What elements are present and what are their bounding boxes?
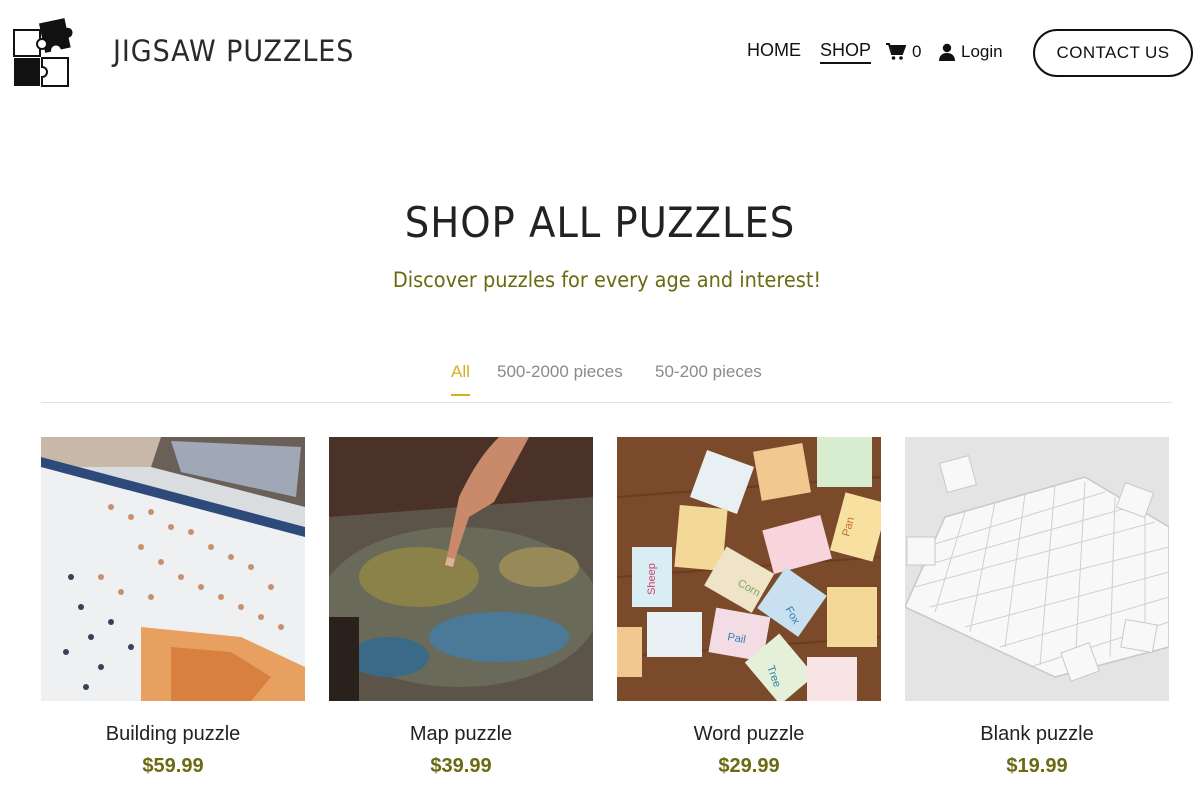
word-puzzle-image[interactable]: Sheep Corn Fox Pail Tree Pan (617, 437, 881, 701)
product-card-word-puzzle[interactable]: Sheep Corn Fox Pail Tree Pan Word puzzle… (617, 437, 881, 794)
cart-button[interactable]: 0 (886, 42, 921, 62)
map-puzzle-image[interactable] (329, 437, 593, 701)
login-label: Login (961, 42, 1003, 61)
product-price: $39.99 (430, 755, 492, 777)
product-price: $29.99 (718, 755, 780, 777)
nav-shop-link[interactable]: SHOP (820, 40, 872, 64)
site-header: JIGSAW PUZZLES HOME SHOP 0 Login CONTACT… (0, 0, 1200, 106)
tab-50-200-pieces[interactable]: 50-200 pieces (655, 362, 762, 394)
tab-500-2000-pieces[interactable]: 500-2000 pieces (497, 362, 623, 394)
page-title: SHOP ALL PUZZLES (404, 198, 796, 247)
product-card-map-puzzle[interactable]: Map puzzle $39.99 (329, 437, 593, 794)
product-card-building-puzzle[interactable]: Building puzzle $59.99 (41, 437, 305, 794)
svg-text:Sheep: Sheep (646, 563, 658, 595)
product-name[interactable]: Blank puzzle (905, 723, 1169, 746)
cart-count: 0 (912, 42, 922, 61)
product-name[interactable]: Map puzzle (329, 723, 593, 746)
cart-icon (886, 43, 906, 60)
puzzle-logo-icon[interactable] (12, 16, 86, 90)
tab-all[interactable]: All (451, 362, 470, 396)
product-name[interactable]: Word puzzle (617, 723, 881, 746)
page-subtitle: Discover puzzles for every age and inter… (392, 268, 822, 292)
blank-puzzle-image[interactable] (905, 437, 1169, 701)
login-link[interactable]: Login (938, 42, 1003, 62)
building-puzzle-image[interactable] (41, 437, 305, 701)
brand-name[interactable]: JIGSAW PUZZLES (113, 34, 354, 68)
product-price: $19.99 (1006, 755, 1068, 777)
product-name[interactable]: Building puzzle (41, 723, 305, 746)
product-price: $59.99 (142, 755, 204, 777)
nav-home-link[interactable]: HOME (747, 40, 801, 61)
filter-tabs: All 500-2000 pieces 50-200 pieces (0, 362, 1200, 402)
user-icon (939, 43, 955, 61)
product-card-blank-puzzle[interactable]: Blank puzzle $19.99 (905, 437, 1169, 794)
filter-divider (41, 402, 1172, 403)
contact-us-button[interactable]: CONTACT US (1033, 29, 1193, 77)
